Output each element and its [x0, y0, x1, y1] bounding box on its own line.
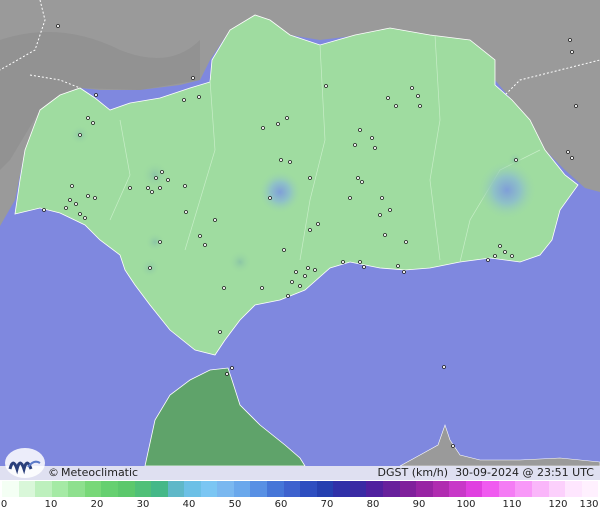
copyright-symbol: © — [48, 466, 59, 479]
gust-spot — [228, 250, 252, 274]
scale-swatch — [35, 481, 52, 497]
scale-swatch — [283, 481, 301, 497]
color-scale: 0 10 20 30 40 50 60 70 80 90 100 110 120… — [0, 480, 600, 517]
scale-tick: 20 — [90, 499, 104, 510]
scale-swatch — [184, 481, 201, 497]
scale-swatch — [250, 481, 267, 497]
scale-swatch — [482, 481, 499, 497]
scale-tick: 100 — [456, 499, 476, 510]
scale-swatch — [117, 481, 135, 497]
gust-spot — [141, 161, 169, 189]
scale-swatch — [515, 481, 532, 497]
scale-swatch — [267, 481, 284, 497]
scale-tick: 70 — [320, 499, 334, 510]
scale-tick: 60 — [274, 499, 288, 510]
scale-swatch — [399, 481, 417, 497]
scale-tick: 30 — [136, 499, 150, 510]
scale-tick: 40 — [182, 499, 196, 510]
scale-swatch — [581, 481, 599, 497]
scale-swatch — [68, 481, 85, 497]
scale-swatch — [217, 481, 234, 497]
scale-tick: 90 — [412, 499, 426, 510]
scale-swatch — [382, 481, 400, 497]
scale-swatch — [151, 481, 168, 497]
scale-tick: 130 — [579, 499, 599, 510]
gust-hotspot-inland — [258, 170, 302, 214]
scale-swatch — [233, 481, 251, 497]
gust-spot — [145, 232, 165, 252]
map-info-bar: © Meteoclimatic DGST (km/h) 30-09-2024 @ … — [0, 466, 600, 480]
scale-swatch — [349, 481, 367, 497]
meteoclimatic-logo-icon — [5, 448, 45, 478]
scale-swatch — [333, 481, 350, 497]
scale-swatch — [498, 481, 516, 497]
scale-swatch — [84, 481, 102, 497]
map-canvas[interactable] — [0, 0, 600, 466]
scale-tick: 110 — [502, 499, 522, 510]
scale-swatch — [416, 481, 433, 497]
scale-swatch — [548, 481, 566, 497]
timestamp: 30-09-2024 @ 23:51 UTC — [455, 466, 594, 479]
scale-swatch — [101, 481, 118, 497]
scale-swatch — [316, 481, 334, 497]
map-meta: DGST (km/h) 30-09-2024 @ 23:51 UTC — [378, 466, 594, 480]
scale-tick: 0 — [0, 499, 8, 510]
scale-tick: 80 — [366, 499, 380, 510]
scale-swatch — [51, 481, 69, 497]
color-scale-bar — [2, 481, 599, 497]
scale-swatch — [2, 481, 19, 497]
scale-swatch — [300, 481, 317, 497]
scale-tick: 10 — [44, 499, 58, 510]
scale-swatch — [532, 481, 549, 497]
scale-swatch — [134, 481, 152, 497]
scale-swatch — [565, 481, 582, 497]
scale-swatch — [366, 481, 383, 497]
brand-name: Meteoclimatic — [61, 466, 139, 479]
variable-label: DGST (km/h) — [377, 466, 449, 479]
color-scale-labels: 0 10 20 30 40 50 60 70 80 90 100 110 120… — [0, 499, 600, 513]
scale-swatch — [18, 481, 36, 497]
scale-swatch — [200, 481, 218, 497]
gust-hotspot-east — [477, 160, 537, 220]
scale-swatch — [465, 481, 483, 497]
scale-swatch — [167, 481, 185, 497]
scale-tick: 120 — [548, 499, 568, 510]
scale-swatch — [449, 481, 466, 497]
scale-tick: 50 — [228, 499, 242, 510]
credit: © Meteoclimatic — [48, 466, 138, 480]
scale-swatch — [432, 481, 450, 497]
